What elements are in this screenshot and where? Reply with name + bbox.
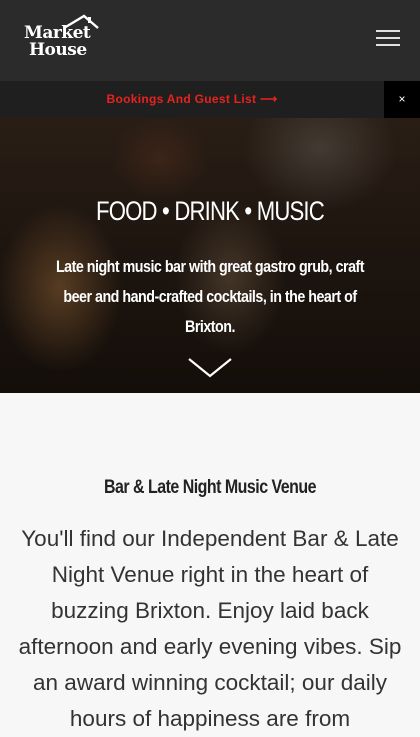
bookings-guest-list-link[interactable]: Bookings And Guest List ⟶ (0, 81, 384, 118)
notice-bar: Bookings And Guest List ⟶ × (0, 81, 420, 118)
hero-banner: FOOD • DRINK • MUSIC Late night music ba… (0, 118, 420, 393)
logo-text-house: House (29, 40, 87, 60)
section-body-text: You'll find our Independent Bar & Late N… (18, 526, 402, 731)
market-house-logo[interactable]: Market House (22, 14, 100, 66)
hero-heading: FOOD • DRINK • MUSIC (96, 196, 325, 226)
chevron-down-icon[interactable] (186, 356, 234, 380)
hamburger-bar (376, 37, 400, 39)
hamburger-bar (376, 44, 400, 46)
section-title: Bar & Late Night Music Venue (103, 477, 317, 498)
hero-subheading: Late night music bar with great gastro g… (55, 257, 365, 336)
site-header: Market House (0, 0, 420, 81)
hamburger-menu-icon[interactable] (376, 30, 400, 48)
close-icon[interactable]: × (384, 81, 420, 118)
hamburger-bar (376, 30, 400, 32)
intro-section: Bar & Late Night Music Venue You'll find… (0, 393, 420, 737)
